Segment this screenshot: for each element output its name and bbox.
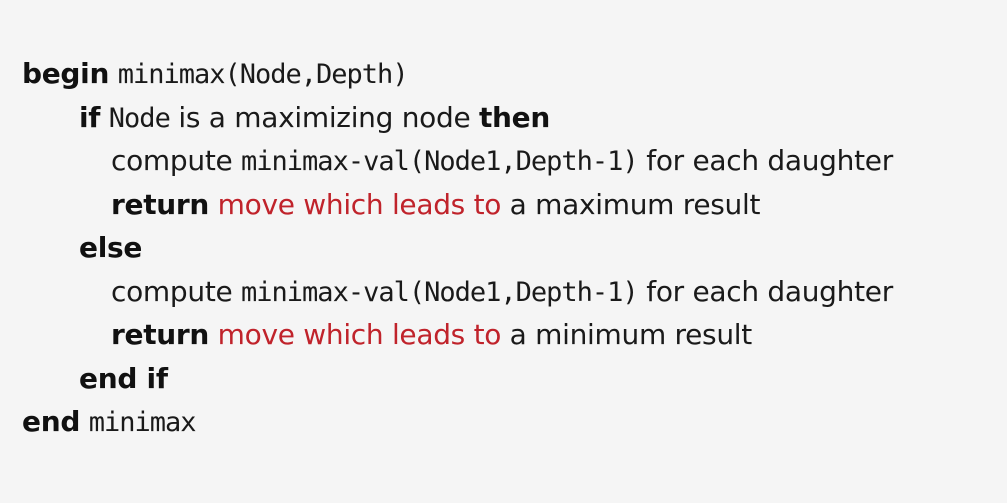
keyword-then: then [478, 100, 551, 134]
code-line-end-if: end if [22, 357, 893, 401]
compute-text: compute [111, 144, 242, 177]
for-each-text: for each daughter [637, 274, 893, 308]
code-line-return-min: return move which leads to a minimum res… [22, 313, 893, 357]
code-line-end: end minimax [22, 400, 893, 444]
code-line-return-max: return move which leads to a maximum res… [22, 183, 893, 227]
function-signature: minimax(Node,Depth) [117, 59, 409, 90]
minimax-val-call: minimax-val(Node1,Depth-1) [241, 146, 639, 177]
pseudocode-block: begin minimax(Node,Depth) if Node is a m… [22, 52, 893, 444]
function-name: minimax [88, 407, 197, 438]
keyword-begin: begin [22, 57, 110, 90]
keyword-else: else [79, 231, 143, 264]
keyword-if: if [79, 100, 101, 134]
node-identifier: Node [108, 102, 171, 134]
highlighted-move-text: move which leads to [217, 187, 502, 221]
keyword-return: return [111, 187, 210, 221]
code-line-if: if Node is a maximizing node then [22, 96, 893, 140]
code-line-else: else [22, 226, 893, 270]
slide: begin minimax(Node,Depth) if Node is a m… [0, 0, 1007, 503]
result-text: a minimum result [501, 318, 753, 351]
condition-text: is a maximizing node [169, 100, 479, 134]
keyword-end-if: end if [79, 361, 168, 395]
minimax-val-call: minimax-val(Node1,Depth-1) [241, 276, 639, 308]
result-text: a maximum result [501, 187, 761, 221]
code-line-compute-max: compute minimax-val(Node1,Depth-1) for e… [22, 139, 893, 183]
highlighted-move-text: move which leads to [217, 318, 502, 351]
code-line-begin: begin minimax(Node,Depth) [22, 52, 893, 96]
for-each-text: for each daughter [637, 144, 893, 177]
compute-text: compute [111, 274, 242, 308]
keyword-return: return [111, 318, 210, 351]
code-line-compute-min: compute minimax-val(Node1,Depth-1) for e… [22, 270, 893, 314]
keyword-end: end [22, 405, 81, 438]
